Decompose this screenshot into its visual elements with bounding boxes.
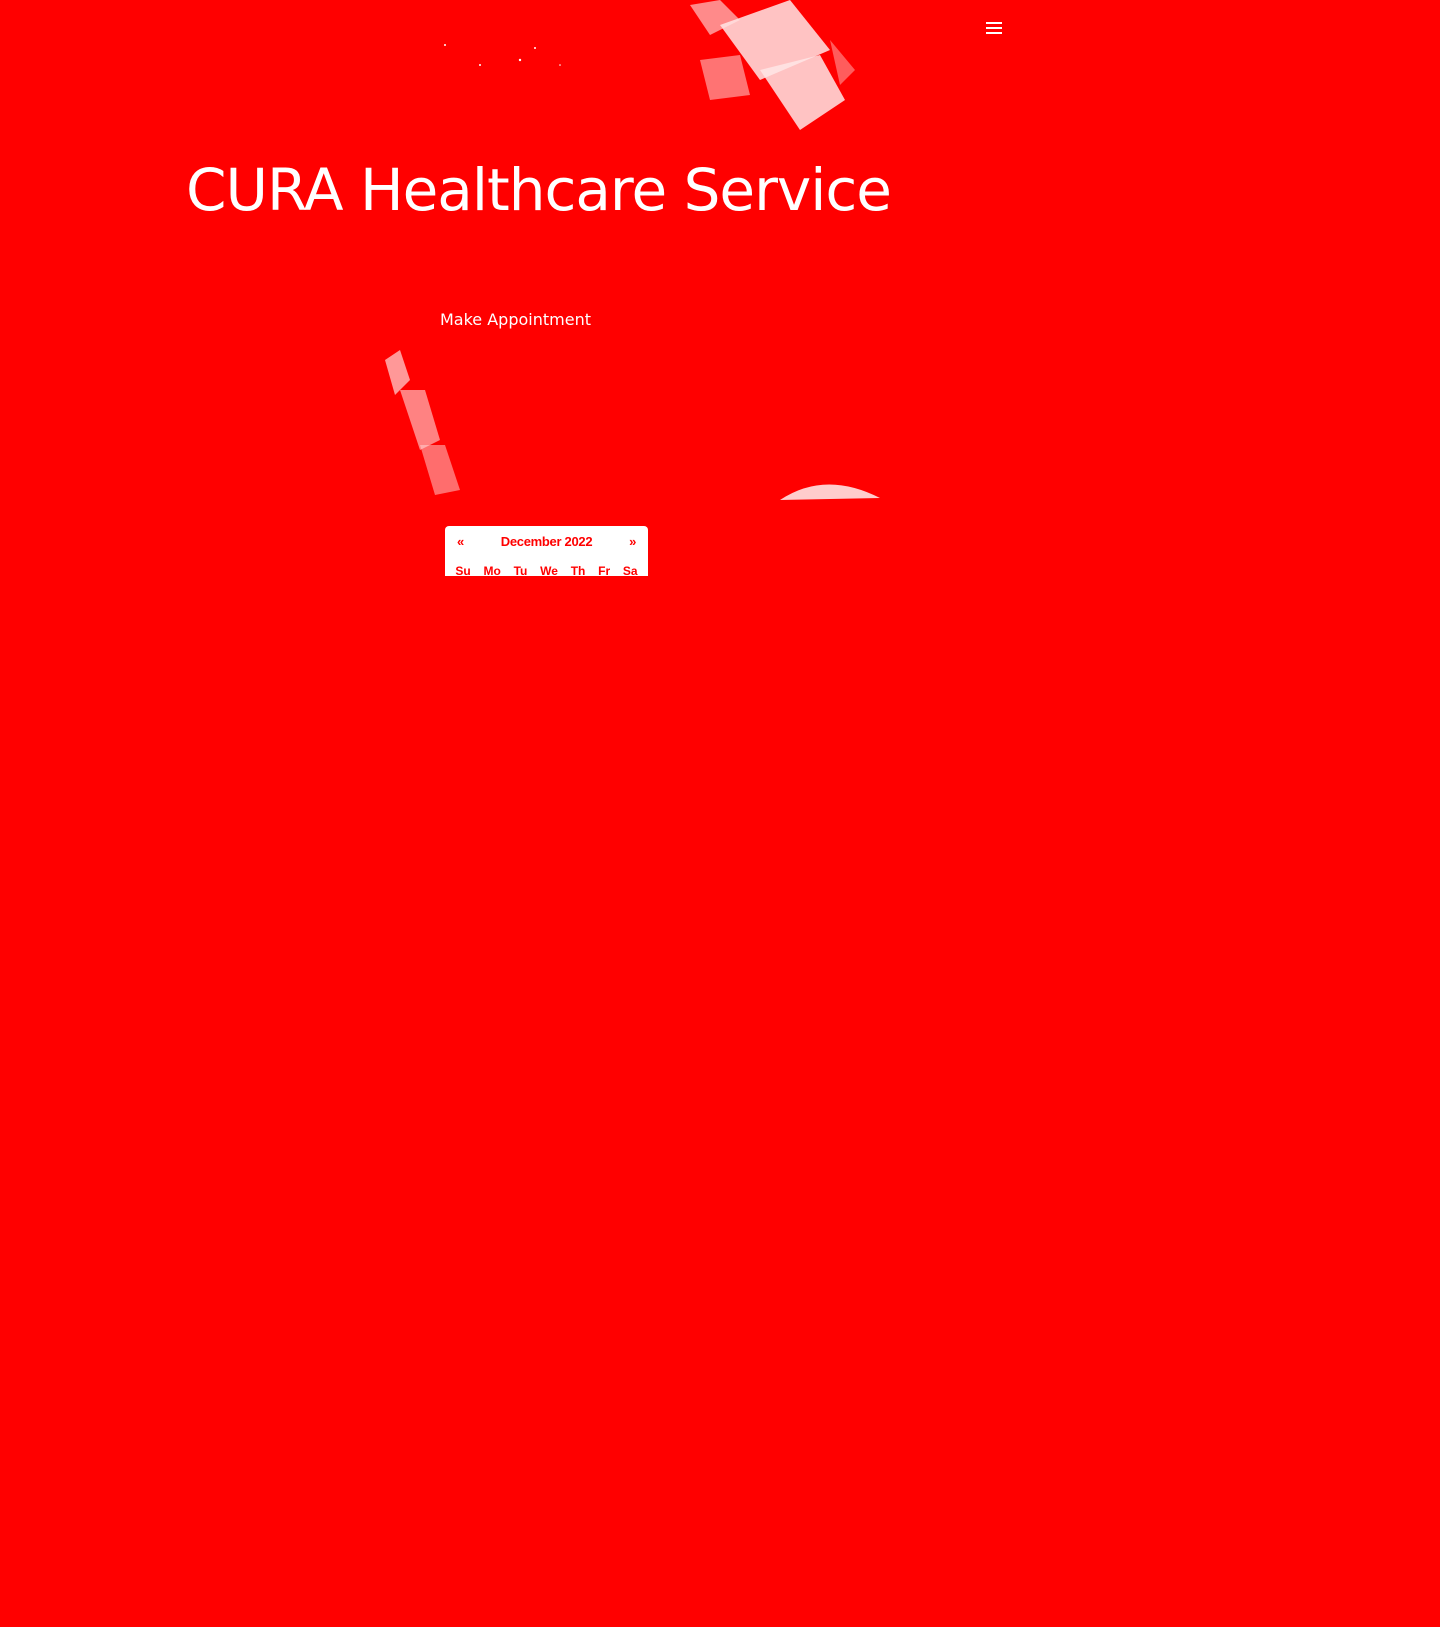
page-title: CURA Healthcare Service — [186, 156, 892, 224]
header-image-fragment — [690, 0, 855, 130]
datepicker-prev-button[interactable]: « — [457, 534, 464, 549]
page: CURA Healthcare Service Make Appointment… — [0, 0, 1440, 1627]
weekday-label: Mo — [483, 564, 501, 576]
speckle-fragment — [444, 44, 561, 66]
datepicker-weekday-row: Su Mo Tu We Th Fr Sa — [445, 564, 648, 576]
speckle-fragment-bottom — [780, 484, 880, 500]
hamburger-icon-bar — [986, 22, 1002, 24]
datepicker: December 2022 « » Su Mo Tu We Th Fr Sa — [445, 526, 648, 576]
datepicker-next-button[interactable]: » — [629, 534, 636, 549]
menu-toggle-button[interactable] — [984, 16, 1006, 38]
weekday-label: Tu — [513, 564, 528, 576]
weekday-label: Th — [570, 564, 586, 576]
datepicker-month-switch[interactable]: December 2022 — [445, 534, 648, 549]
weekday-label: Fr — [598, 564, 611, 576]
weekday-label: Sa — [622, 564, 638, 576]
weekday-label: Su — [455, 564, 471, 576]
datepicker-header: December 2022 « » — [445, 526, 648, 560]
make-appointment-button[interactable]: Make Appointment — [440, 310, 591, 329]
weekday-label: We — [540, 564, 558, 576]
hamburger-icon-bar — [986, 32, 1002, 34]
hamburger-icon-bar — [986, 27, 1002, 29]
speckle-fragment-left — [385, 350, 460, 495]
